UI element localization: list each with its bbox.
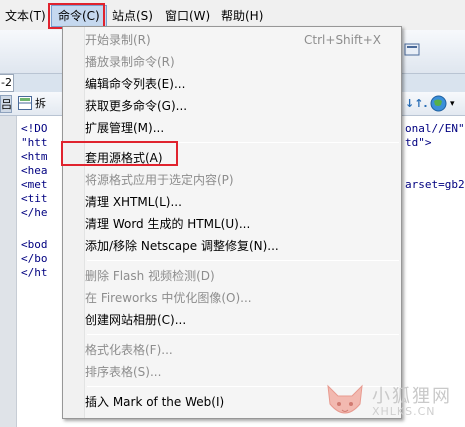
code-line: </ht [21, 266, 48, 279]
menu-item-create-web-photo-album[interactable]: 创建网站相册(C)... [85, 309, 401, 331]
code-line: <hea [21, 164, 48, 177]
menu-item-label: 清理 Word 生成的 HTML(U)... [85, 217, 251, 231]
menu-item-label: 创建网站相册(C)... [85, 313, 187, 327]
menu-item-netscape-fix[interactable]: 添加/移除 Netscape 调整修复(N)... [85, 235, 401, 257]
menu-item-shortcut: Ctrl+Shift+X [304, 33, 381, 47]
code-line: </bo [21, 252, 48, 265]
menu-separator [87, 260, 399, 261]
menu-site[interactable]: 站点(S) [112, 6, 153, 26]
fox-logo-icon [327, 384, 363, 414]
menu-item-label: 将源格式应用于选定内容(P) [85, 173, 234, 187]
menu-item-play-recording[interactable]: 播放录制命令(R) [85, 51, 401, 73]
menu-item-clean-xhtml[interactable]: 清理 XHTML(L)... [85, 191, 401, 213]
menu-item-label: 格式化表格(F)... [85, 343, 173, 357]
code-line: "htt [21, 136, 48, 149]
menu-text[interactable]: 文本(T) [5, 6, 46, 26]
menu-item-label: 删除 Flash 视频检测(D) [85, 269, 215, 283]
menu-item-label: 添加/移除 Netscape 调整修复(N)... [85, 239, 279, 253]
menu-item-label: 插入 Mark of the Web(I) [85, 395, 225, 409]
code-line-fragment: onal//EN" [405, 122, 465, 135]
chevron-down-icon[interactable]: ▾ [450, 95, 455, 113]
menu-item-clean-word-html[interactable]: 清理 Word 生成的 HTML(U)... [85, 213, 401, 235]
menu-separator [87, 334, 399, 335]
code-line: <tit [21, 192, 48, 205]
menu-item-label: 清理 XHTML(L)... [85, 195, 182, 209]
menu-item-edit-command-list[interactable]: 编辑命令列表(E)... [85, 73, 401, 95]
code-line: <htm [21, 150, 48, 163]
watermark-url-text: XHLKS.CN [372, 405, 436, 418]
browser-globe-icon[interactable] [430, 95, 447, 112]
menu-help[interactable]: 帮助(H) [221, 6, 263, 26]
menu-item-get-more-commands[interactable]: 获取更多命令(G)... [85, 95, 401, 117]
menu-item-label: 播放录制命令(R) [85, 55, 175, 69]
menu-item-label: 排序表格(S)... [85, 365, 162, 379]
menu-item-label: 开始录制(R) [85, 33, 151, 47]
code-line: </he [21, 206, 48, 219]
split-button-label[interactable]: 拆 [35, 95, 46, 113]
menu-item-label: 编辑命令列表(E)... [85, 77, 186, 91]
item-highlight-box [61, 141, 178, 166]
split-view-icon[interactable] [18, 96, 32, 110]
toolbar-icon[interactable] [404, 42, 420, 58]
menu-window[interactable]: 窗口(W) [165, 6, 210, 26]
menu-item-apply-formatting-to-selection[interactable]: 将源格式应用于选定内容(P) [85, 169, 401, 191]
code-view-button[interactable]: 吕 [0, 95, 12, 113]
watermark: 小狐狸网 XHLKS.CN [318, 378, 465, 427]
menu-item-label: 获取更多命令(G)... [85, 99, 188, 113]
menu-item-label: 扩展管理(M)... [85, 121, 165, 135]
code-line-fragment: td"> [405, 136, 432, 149]
menu-item-format-table[interactable]: 格式化表格(F)... [85, 339, 401, 361]
commands-dropdown-menu: 开始录制(R) Ctrl+Shift+X 播放录制命令(R) 编辑命令列表(E)… [62, 26, 402, 419]
code-line: <met [21, 178, 48, 191]
menu-item-remove-flash-detection[interactable]: 删除 Flash 视频检测(D) [85, 265, 401, 287]
menu-item-manage-extensions[interactable]: 扩展管理(M)... [85, 117, 401, 139]
validate-arrow-icon[interactable]: ↓↑. [405, 95, 428, 113]
menu-item-start-recording[interactable]: 开始录制(R) Ctrl+Shift+X [85, 29, 401, 51]
menu-item-label: 在 Fireworks 中优化图像(O)... [85, 291, 252, 305]
code-line: <bod [21, 238, 48, 251]
document-tab[interactable]: -2 [0, 74, 14, 92]
menu-icon-column [63, 27, 85, 418]
line-gutter [0, 116, 17, 427]
code-line-fragment: arset=gb23 [405, 178, 465, 191]
code-line: <!DO [21, 122, 48, 135]
menu-item-optimize-in-fireworks[interactable]: 在 Fireworks 中优化图像(O)... [85, 287, 401, 309]
